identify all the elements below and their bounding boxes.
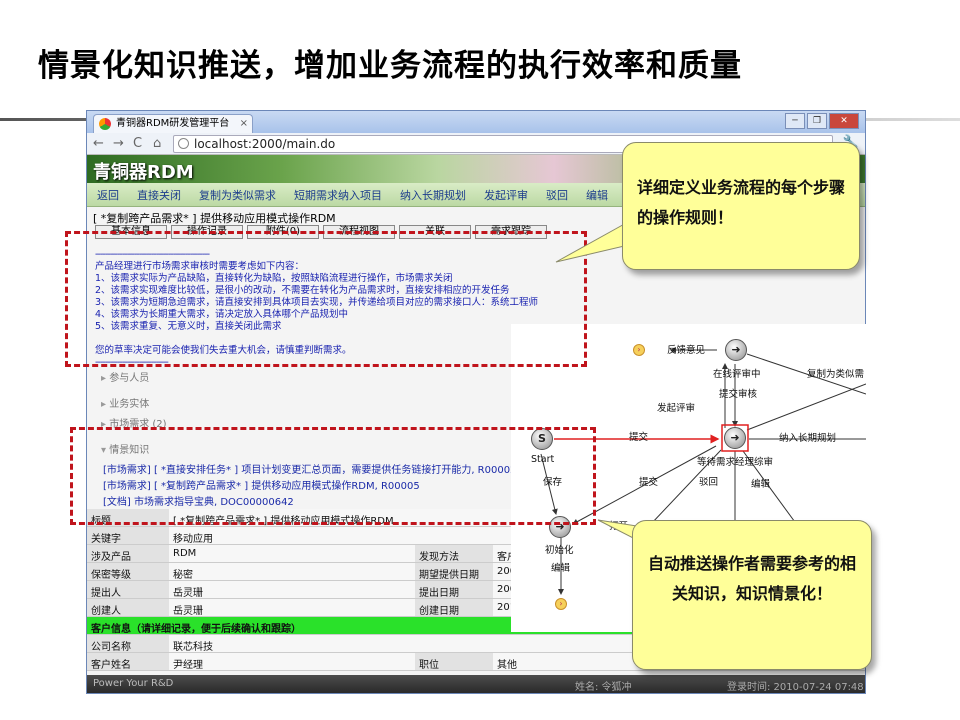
flow-label-init: 初始化 (545, 545, 574, 556)
field-label: 提出人 (87, 581, 169, 599)
flow-label-feedback: 反馈意见 (667, 345, 706, 356)
browser-tab[interactable]: 青铜器RDM研发管理平台 × (93, 114, 253, 133)
flow-label-edit2: 编辑 (551, 563, 571, 574)
flow-label-long-term: 纳入长期规划 (779, 433, 837, 444)
flow-label-submit2: 提交 (639, 477, 659, 488)
flow-label-copy-similar: 复制为类似需 (807, 369, 865, 380)
field-value: 秘密 (173, 570, 193, 581)
knowledge-highlight-box (70, 427, 596, 525)
field-label: 发现方法 (415, 545, 493, 563)
window-controls: ─ ❐ ✕ (785, 113, 859, 129)
status-slogan: Power Your R&D (93, 678, 174, 689)
field-value: 岳灵珊 (173, 588, 203, 599)
close-window-button[interactable]: ✕ (829, 113, 859, 129)
flow-label-submit-review: 提交审核 (719, 389, 758, 400)
rules-highlight-box (65, 231, 587, 367)
flow-node-waiting-review[interactable]: ➜ (724, 427, 746, 449)
flow-label-edit: 编辑 (751, 479, 771, 490)
flow-node-online-review[interactable]: ➜ (725, 339, 747, 361)
callout-knowledge: 自动推送操作者需要参考的相关知识，知识情景化！ (632, 520, 872, 670)
url-text: localhost:2000/main.do (194, 137, 336, 151)
field-label: 涉及产品 (87, 545, 169, 563)
menu-close-directly[interactable]: 直接关闭 (137, 187, 181, 203)
menu-start-review[interactable]: 发起评审 (484, 187, 528, 203)
field-value: 移动应用 (173, 534, 213, 545)
flow-small-node-icon: › (633, 344, 645, 356)
forward-arrow-icon[interactable]: → (113, 136, 124, 151)
menu-edit[interactable]: 编辑 (586, 187, 608, 203)
section-participants[interactable]: 参与人员 (101, 369, 149, 384)
callout-rules: 详细定义业务流程的每个步骤的操作规则！ (622, 142, 860, 270)
field-label: 客户姓名 (87, 653, 169, 671)
home-icon[interactable]: ⌂ (153, 136, 161, 151)
flow-label-waiting: 等待需求经理综审 (697, 457, 774, 468)
flow-label-start-review: 发起评审 (657, 403, 696, 414)
tab-close-icon[interactable]: × (240, 115, 248, 132)
field-value: RDM (173, 548, 197, 559)
customer-header-text: 客户信息（请详细记录，便于后续确认和跟踪） (91, 624, 301, 635)
field-value: 岳灵珊 (173, 606, 203, 617)
flow-label-online-review: 在线评审中 (713, 369, 761, 380)
field-label: 关键字 (87, 527, 169, 545)
slide-title: 情景化知识推送，增加业务流程的执行效率和质量 (38, 48, 742, 84)
menu-copy-similar[interactable]: 复制为类似需求 (199, 187, 276, 203)
reload-icon[interactable]: C (133, 136, 142, 151)
status-login-time: 登录时间: 2010-07-24 07:48 (727, 682, 864, 693)
field-label: 提出日期 (415, 581, 493, 599)
field-label: 创建人 (87, 599, 169, 617)
maximize-button[interactable]: ❐ (807, 113, 827, 129)
field-label: 创建日期 (415, 599, 493, 617)
field-value: 联芯科技 (173, 642, 213, 653)
back-arrow-icon[interactable]: ← (93, 136, 104, 151)
field-label: 期望提供日期 (415, 563, 493, 581)
flow-label-open: 打开 (609, 521, 629, 532)
flow-label-submit: 提交 (629, 432, 649, 443)
app-brand: 青铜器RDM (93, 162, 194, 183)
menu-back[interactable]: 返回 (97, 187, 119, 203)
menu-long-term-plan[interactable]: 纳入长期规划 (400, 187, 466, 203)
menu-reject[interactable]: 驳回 (546, 187, 568, 203)
app-logo-icon (99, 118, 111, 130)
flow-small-node-icon: › (555, 598, 567, 610)
status-bar: Power Your R&D 姓名: 令狐冲 登录时间: 2010-07-24 … (87, 675, 865, 693)
browser-tabbar: 青铜器RDM研发管理平台 × ─ ❐ ✕ (87, 111, 865, 133)
page-info-icon (178, 138, 189, 149)
field-value: 尹经理 (173, 660, 203, 671)
status-user: 姓名: 令狐冲 (575, 682, 632, 693)
flow-label-reject: 驳回 (699, 477, 719, 488)
browser-tab-title: 青铜器RDM研发管理平台 (116, 118, 230, 129)
field-label: 职位 (415, 653, 493, 671)
minimize-button[interactable]: ─ (785, 113, 805, 129)
menu-short-term-project[interactable]: 短期需求纳入项目 (294, 187, 382, 203)
field-label: 公司名称 (87, 635, 169, 653)
field-label: 保密等级 (87, 563, 169, 581)
field-value: 其他 (497, 660, 517, 671)
section-business-entity[interactable]: 业务实体 (101, 395, 149, 410)
